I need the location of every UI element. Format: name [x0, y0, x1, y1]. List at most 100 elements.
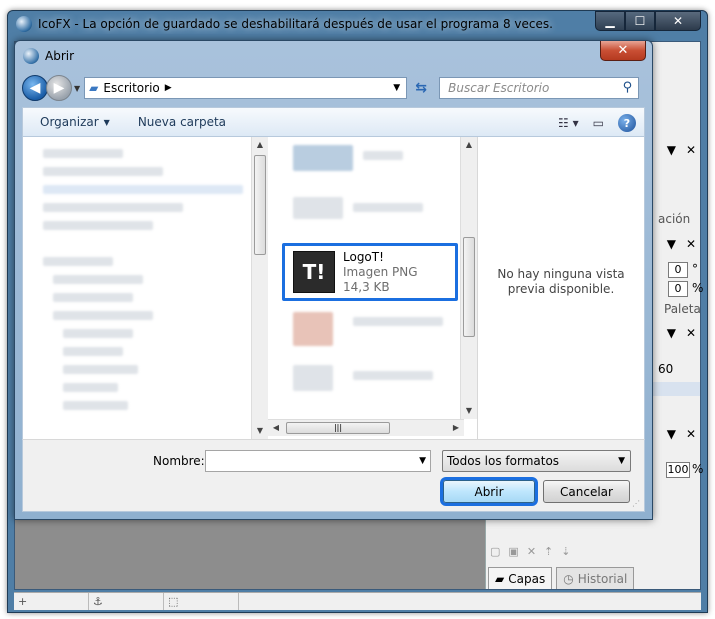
maximize-button[interactable]: ☐	[625, 11, 655, 31]
preview-pane-icon[interactable]: ▭	[593, 116, 604, 130]
dialog-close-button[interactable]: ✕	[600, 41, 646, 61]
file-list-scrollbar[interactable]: ▲ ▼	[460, 137, 477, 419]
resize-grip-icon[interactable]: ⋰	[632, 499, 642, 509]
back-button[interactable]: ◀	[22, 75, 48, 101]
scroll-down-icon[interactable]: ▼	[461, 403, 477, 419]
new-folder-button[interactable]: Nueva carpeta	[118, 115, 234, 129]
panel-menu-icon[interactable]: ▼	[667, 326, 676, 340]
search-icon[interactable]: ⚲	[623, 80, 633, 95]
file-list[interactable]: T! LogoT! Imagen PNG 14,3 KB	[268, 137, 458, 417]
address-bar[interactable]: ▰ Escritorio ▶ ▼	[84, 77, 408, 99]
app-title: IcoFX - La opción de guardado se deshabi…	[38, 17, 553, 31]
blurred-tree-item[interactable]	[43, 185, 243, 194]
file-type-select[interactable]: Todos los formatos ▼	[442, 450, 631, 472]
search-input[interactable]: Buscar Escritorio ⚲	[439, 77, 640, 99]
blurred-tree-item[interactable]	[63, 329, 133, 338]
tab-label: Capas	[508, 571, 546, 586]
desktop-folder-icon: ▰	[89, 81, 99, 95]
blurred-tree-item[interactable]	[43, 149, 123, 158]
navigation-tree[interactable]	[23, 137, 251, 439]
blurred-tree-item[interactable]	[53, 275, 143, 284]
file-item-selected[interactable]: T! LogoT! Imagen PNG 14,3 KB	[282, 243, 458, 301]
file-name-input[interactable]: ▼	[205, 450, 431, 472]
file-list-hscrollbar[interactable]: ◀ ||| ▶	[268, 419, 464, 436]
chevron-down-icon[interactable]: ▼	[419, 456, 426, 466]
chevron-right-icon[interactable]: ▶	[165, 83, 172, 93]
dialog-title-bar: Abrir	[23, 47, 74, 65]
blurred-tree-item[interactable]	[43, 257, 113, 266]
navigation-bar: ◀ ▶ ▼ ▰ Escritorio ▶ ▼ ⇆ Buscar Escritor…	[22, 74, 645, 102]
open-dialog: Abrir ✕ ◀ ▶ ▼ ▰ Escritorio ▶ ▼ ⇆ Buscar …	[14, 40, 653, 520]
address-location[interactable]: Escritorio	[103, 81, 159, 95]
dialog-footer: Nombre: ▼ Todos los formatos ▼ Abrir Can…	[22, 439, 645, 512]
command-bar: Organizar ▼ Nueva carpeta ☷ ▾ ▭ ?	[22, 107, 645, 137]
angle-input[interactable]: 0	[668, 262, 688, 278]
organize-button[interactable]: Organizar ▼	[23, 115, 118, 129]
open-button[interactable]: Abrir	[443, 480, 535, 503]
history-icon: ◷	[563, 571, 574, 586]
tree-scrollbar[interactable]: ▲ ▼	[251, 137, 268, 439]
cancel-button[interactable]: Cancelar	[543, 480, 630, 503]
scroll-thumb[interactable]	[254, 155, 266, 255]
blurred-file-label	[353, 371, 433, 380]
blurred-file[interactable]	[293, 365, 333, 391]
scroll-thumb[interactable]	[463, 237, 475, 337]
hscroll-thumb[interactable]: |||	[286, 422, 390, 434]
palette-value: 60	[658, 362, 674, 376]
view-options-icon[interactable]: ☷ ▾	[558, 116, 579, 130]
tab-history[interactable]: ◷ Historial	[556, 567, 635, 589]
delete-layer-icon[interactable]: ✕	[527, 545, 536, 561]
recent-locations-dropdown[interactable]: ▼	[74, 84, 80, 93]
preview-message: No hay ninguna vista previa disponible.	[497, 267, 625, 296]
panel-menu-icon[interactable]: ▼	[667, 143, 676, 157]
panel-close-icon[interactable]: ✕	[686, 143, 696, 157]
blurred-tree-item[interactable]	[43, 221, 153, 230]
blurred-file[interactable]	[293, 312, 333, 346]
scroll-left-icon[interactable]: ◀	[268, 420, 284, 436]
duplicate-layer-icon[interactable]: ▣	[508, 545, 518, 561]
scroll-right-icon[interactable]: ▶	[448, 420, 464, 436]
move-down-icon[interactable]: ⇣	[561, 545, 570, 561]
file-type: Imagen PNG	[343, 264, 418, 279]
blurred-tree-item[interactable]	[53, 293, 133, 302]
blurred-file-label	[353, 317, 443, 326]
new-layer-icon[interactable]: ▢	[490, 545, 500, 561]
file-name: LogoT!	[343, 249, 384, 264]
minimize-button[interactable]: ▁	[595, 11, 625, 31]
refresh-icon[interactable]: ⇆	[409, 77, 433, 99]
panel-close-icon[interactable]: ✕	[686, 427, 696, 441]
help-icon[interactable]: ?	[618, 114, 636, 132]
panel-tabs: ▰ Capas ◷ Historial	[486, 565, 700, 589]
panel-close-icon[interactable]: ✕	[686, 326, 696, 340]
file-type-value: Todos los formatos	[447, 454, 560, 468]
blurred-tree-item[interactable]	[63, 383, 118, 392]
close-button[interactable]: ✕	[655, 11, 701, 31]
organize-label: Organizar	[40, 115, 99, 129]
chevron-down-icon[interactable]: ▼	[618, 451, 625, 471]
blurred-tree-item[interactable]	[63, 401, 128, 410]
blurred-tree-item[interactable]	[63, 347, 123, 356]
blurred-tree-item[interactable]	[43, 203, 183, 212]
percent-input[interactable]: 0	[668, 281, 688, 297]
view-controls: ☷ ▾ ▭ ?	[558, 114, 636, 132]
scroll-up-icon[interactable]: ▲	[461, 137, 477, 153]
tab-layers[interactable]: ▰ Capas	[488, 567, 553, 589]
zoom-input[interactable]: 100	[666, 462, 690, 478]
blurred-file-label	[363, 151, 403, 160]
scroll-down-icon[interactable]: ▼	[252, 423, 268, 439]
blurred-file[interactable]	[293, 145, 353, 171]
move-up-icon[interactable]: ⇡	[544, 545, 553, 561]
layer-toolbar: ▢ ▣ ✕ ⇡ ⇣	[490, 545, 696, 561]
blurred-file[interactable]	[293, 197, 343, 219]
zoom-unit: %	[692, 462, 704, 476]
blurred-tree-item[interactable]	[53, 311, 153, 320]
scroll-up-icon[interactable]: ▲	[252, 137, 268, 153]
blurred-tree-item[interactable]	[43, 167, 163, 176]
panel-close-icon[interactable]: ✕	[686, 237, 696, 251]
forward-button[interactable]: ▶	[46, 75, 72, 101]
panel-menu-icon[interactable]: ▼	[667, 427, 676, 441]
app-title-bar: IcoFX - La opción de guardado se deshabi…	[16, 14, 597, 34]
chevron-down-icon[interactable]: ▼	[393, 83, 400, 93]
blurred-tree-item[interactable]	[63, 365, 138, 374]
panel-menu-icon[interactable]: ▼	[667, 237, 676, 251]
